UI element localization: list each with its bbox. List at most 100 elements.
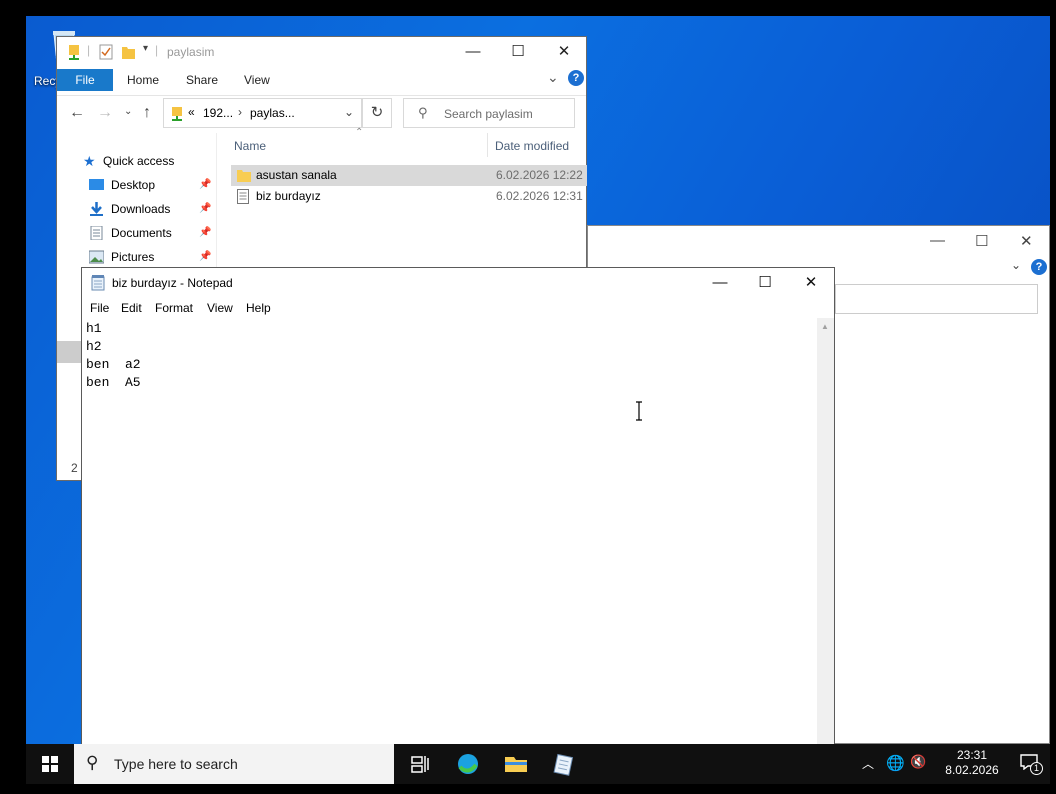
search-placeholder: Search paylasim bbox=[444, 107, 533, 121]
address-segment-folder[interactable]: paylas... bbox=[250, 106, 295, 120]
folder-icon bbox=[237, 170, 251, 182]
sidebar-item-documents[interactable]: Documents 📌 bbox=[57, 223, 215, 243]
notification-center-icon[interactable]: 1 bbox=[1020, 754, 1043, 775]
pictures-icon bbox=[89, 250, 104, 264]
column-header-date[interactable]: Date modified bbox=[495, 139, 569, 153]
sidebar-item-label: Pictures bbox=[111, 250, 155, 264]
vertical-scrollbar[interactable]: ▲ bbox=[817, 318, 834, 744]
download-icon bbox=[90, 202, 103, 216]
sort-arrow-icon: ⌃ bbox=[355, 127, 364, 138]
menu-help[interactable]: Help bbox=[246, 301, 271, 315]
minimize-icon[interactable]: — bbox=[704, 271, 736, 295]
sidebar-item-label: Documents bbox=[111, 226, 172, 240]
system-tray: ︿ 🌐 🔇 23:31 8.02.2026 1 bbox=[856, 744, 1050, 784]
close-icon[interactable]: ✕ bbox=[1020, 232, 1033, 250]
sidebar-item-pictures[interactable]: Pictures 📌 bbox=[57, 247, 215, 267]
properties-icon[interactable] bbox=[99, 44, 113, 60]
documents-icon bbox=[90, 226, 103, 240]
search-input[interactable]: ⚲ Search paylasim bbox=[403, 98, 575, 128]
recent-locations-icon[interactable]: ⌄ bbox=[124, 106, 132, 117]
volume-muted-icon[interactable]: 🔇 bbox=[910, 754, 926, 770]
sidebar-item-downloads[interactable]: Downloads 📌 bbox=[57, 199, 215, 219]
chevron-down-icon[interactable]: ⌄ bbox=[344, 105, 354, 119]
title-bar[interactable]: biz burdayız - Notepad — ☐ ✕ bbox=[82, 268, 834, 298]
file-explorer-icon[interactable] bbox=[500, 748, 532, 780]
back-arrow-icon[interactable]: ← bbox=[69, 104, 85, 122]
text-cursor-icon bbox=[636, 401, 642, 421]
address-bar[interactable]: « 192... › paylas... ⌄ bbox=[163, 98, 362, 128]
maximize-icon[interactable]: ☐ bbox=[749, 271, 781, 295]
menu-file[interactable]: File bbox=[90, 301, 109, 315]
maximize-icon[interactable]: ☐ bbox=[506, 41, 530, 63]
tab-share[interactable]: Share bbox=[186, 73, 218, 87]
windows-start-icon[interactable] bbox=[42, 756, 58, 772]
chevron-down-icon[interactable]: ⌄ bbox=[1011, 258, 1021, 272]
task-view-icon[interactable] bbox=[404, 748, 436, 780]
window-title: paylasim bbox=[167, 45, 215, 59]
refresh-icon[interactable]: ↻ bbox=[362, 98, 392, 128]
pin-icon: 📌 bbox=[199, 179, 212, 190]
title-bar[interactable]: | ▾ | paylasim — ☐ ✕ bbox=[57, 37, 586, 67]
file-date: 6.02.2026 12:31 bbox=[496, 189, 583, 203]
tab-file[interactable]: File bbox=[57, 69, 113, 91]
window-title: biz burdayız - Notepad bbox=[112, 276, 233, 290]
tab-home[interactable]: Home bbox=[127, 73, 159, 87]
help-icon[interactable]: ? bbox=[1031, 259, 1047, 275]
file-row[interactable]: asustan sanala 6.02.2026 12:22 bbox=[231, 165, 587, 186]
taskbar: ⚲ Type here to search ︿ 🌐 🔇 23:31 8.02.2… bbox=[26, 744, 1050, 784]
text-editor[interactable]: h1 h2 ben a2 ben A5 bbox=[86, 320, 816, 740]
file-row[interactable]: biz burdayız 6.02.2026 12:31 bbox=[231, 186, 587, 207]
close-icon[interactable]: ✕ bbox=[552, 41, 576, 63]
text-file-icon bbox=[237, 189, 249, 204]
tab-view[interactable]: View bbox=[244, 73, 270, 87]
menu-view[interactable]: View bbox=[207, 301, 233, 315]
new-folder-icon[interactable] bbox=[121, 44, 136, 60]
text-line: h1 bbox=[86, 321, 102, 336]
close-icon[interactable]: ✕ bbox=[795, 271, 827, 295]
taskbar-search-input[interactable]: ⚲ Type here to search bbox=[74, 744, 394, 784]
column-header-name[interactable]: Name bbox=[234, 139, 266, 153]
address-row: ← → ⌄ ↑ « 192... › paylas... ⌄ ↻ ⚲ Searc… bbox=[57, 95, 586, 131]
search-placeholder: Type here to search bbox=[114, 756, 238, 772]
up-arrow-icon[interactable]: ↑ bbox=[143, 104, 151, 122]
search-input[interactable] bbox=[835, 284, 1038, 314]
address-overflow[interactable]: « bbox=[188, 105, 195, 119]
menu-bar: File Edit Format View Help bbox=[82, 298, 834, 318]
edge-browser-icon[interactable] bbox=[452, 748, 484, 780]
network-drive-icon bbox=[172, 107, 182, 121]
file-name: biz burdayız bbox=[256, 189, 321, 203]
desktop-icon bbox=[89, 179, 104, 190]
notification-count-badge: 1 bbox=[1030, 762, 1043, 775]
menu-edit[interactable]: Edit bbox=[121, 301, 142, 315]
column-divider[interactable] bbox=[487, 133, 488, 157]
scroll-up-icon[interactable]: ▲ bbox=[821, 322, 829, 331]
notepad-icon[interactable] bbox=[548, 748, 580, 780]
sidebar-item-desktop[interactable]: Desktop 📌 bbox=[57, 175, 215, 195]
sidebar-item-label: Downloads bbox=[111, 202, 171, 216]
sidebar-item-quick-access[interactable]: ★ Quick access bbox=[57, 151, 215, 171]
menu-format[interactable]: Format bbox=[155, 301, 193, 315]
maximize-icon[interactable]: ☐ bbox=[975, 232, 988, 250]
sidebar-item-label: Desktop bbox=[111, 178, 156, 192]
forward-arrow-icon[interactable]: → bbox=[97, 104, 113, 122]
chevron-down-icon[interactable]: ⌄ bbox=[547, 69, 559, 86]
minimize-icon[interactable]: — bbox=[461, 41, 485, 63]
text-line: h2 bbox=[86, 339, 102, 354]
star-icon: ★ bbox=[83, 153, 96, 169]
sidebar-item-label: Quick access bbox=[103, 154, 175, 168]
notepad-icon bbox=[91, 275, 105, 291]
search-icon: ⚲ bbox=[86, 753, 99, 772]
customize-toolbar-icon[interactable]: ▾ bbox=[143, 43, 148, 54]
help-icon[interactable]: ? bbox=[568, 70, 584, 86]
clock-date: 8.02.2026 bbox=[945, 763, 999, 777]
text-line: ben A5 bbox=[86, 375, 141, 390]
address-segment-server[interactable]: 192... bbox=[203, 106, 233, 120]
network-globe-icon[interactable]: 🌐 bbox=[886, 754, 905, 772]
chevron-up-icon[interactable]: ︿ bbox=[862, 755, 874, 772]
pin-icon: 📌 bbox=[199, 251, 212, 262]
clock[interactable]: 23:31 8.02.2026 bbox=[932, 748, 1012, 778]
minimize-icon[interactable]: — bbox=[930, 232, 945, 249]
file-date: 6.02.2026 12:22 bbox=[496, 168, 583, 182]
notepad-window[interactable]: biz burdayız - Notepad — ☐ ✕ File Edit F… bbox=[81, 267, 835, 745]
pin-icon: 📌 bbox=[199, 227, 212, 238]
